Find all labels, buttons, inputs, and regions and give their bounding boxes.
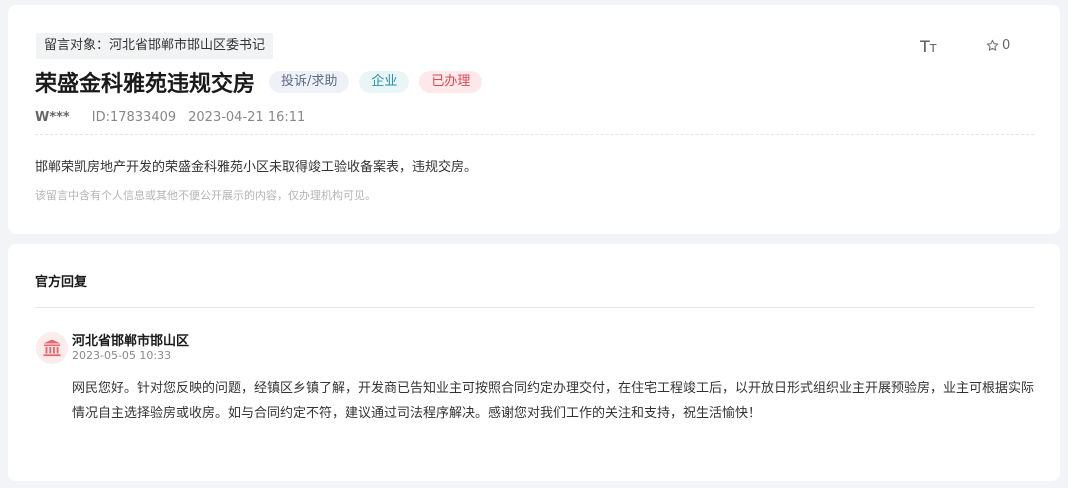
reply-department: 河北省邯郸市邯山区 xyxy=(72,334,190,349)
privacy-note: 该留言中含有个人信息或其他不便公开展示的内容，仅办理机构可见。 xyxy=(35,189,376,202)
font-size-button[interactable]: TT xyxy=(920,37,937,56)
message-id: ID:17833409 xyxy=(91,110,177,125)
message-content: 邯郸荣凯房地产开发的荣盛金科雅苑小区未取得竣工验收备案表，违规交房。 xyxy=(35,160,478,175)
message-meta: W*** ID:17833409 2023-04-21 16:11 xyxy=(35,110,305,125)
divider xyxy=(35,134,1034,135)
message-target-tag: 留言对象：河北省邯郸市邯山区委书记 xyxy=(36,33,274,59)
title-row: 荣盛金科雅苑违规交房 投诉/求助 企业 已办理 xyxy=(35,67,492,97)
font-size-icon-small: T xyxy=(929,42,937,55)
type-tag: 投诉/求助 xyxy=(269,71,350,93)
message-card: 留言对象：河北省邯郸市邯山区委书记 荣盛金科雅苑违规交房 投诉/求助 企业 已办… xyxy=(8,5,1060,234)
official-reply-card: 官方回复 河北省邯郸市邯山区 2023-05-05 10:33 网民您好。针对您… xyxy=(8,244,1060,481)
message-title: 荣盛金科雅苑违规交房 xyxy=(35,72,256,97)
reply-body: 网民您好。针对您反映的问题，经镇区乡镇了解，开发商已告知业主可按照合同约定办理交… xyxy=(72,381,1035,421)
star-icon xyxy=(986,39,999,51)
reply-datetime: 2023-05-05 10:33 xyxy=(72,349,172,362)
message-datetime: 2023-04-21 16:11 xyxy=(188,110,306,125)
divider xyxy=(35,307,1034,308)
author-name: W*** xyxy=(35,110,70,125)
font-size-icon-big: T xyxy=(920,37,930,56)
government-building-icon xyxy=(43,339,61,357)
reply-heading: 官方回复 xyxy=(35,275,88,290)
favorite-button[interactable]: 0 xyxy=(986,38,1010,53)
avatar xyxy=(36,332,68,364)
status-badge: 已办理 xyxy=(419,71,483,93)
favorite-count: 0 xyxy=(1002,38,1011,53)
org-tag: 企业 xyxy=(359,71,410,93)
